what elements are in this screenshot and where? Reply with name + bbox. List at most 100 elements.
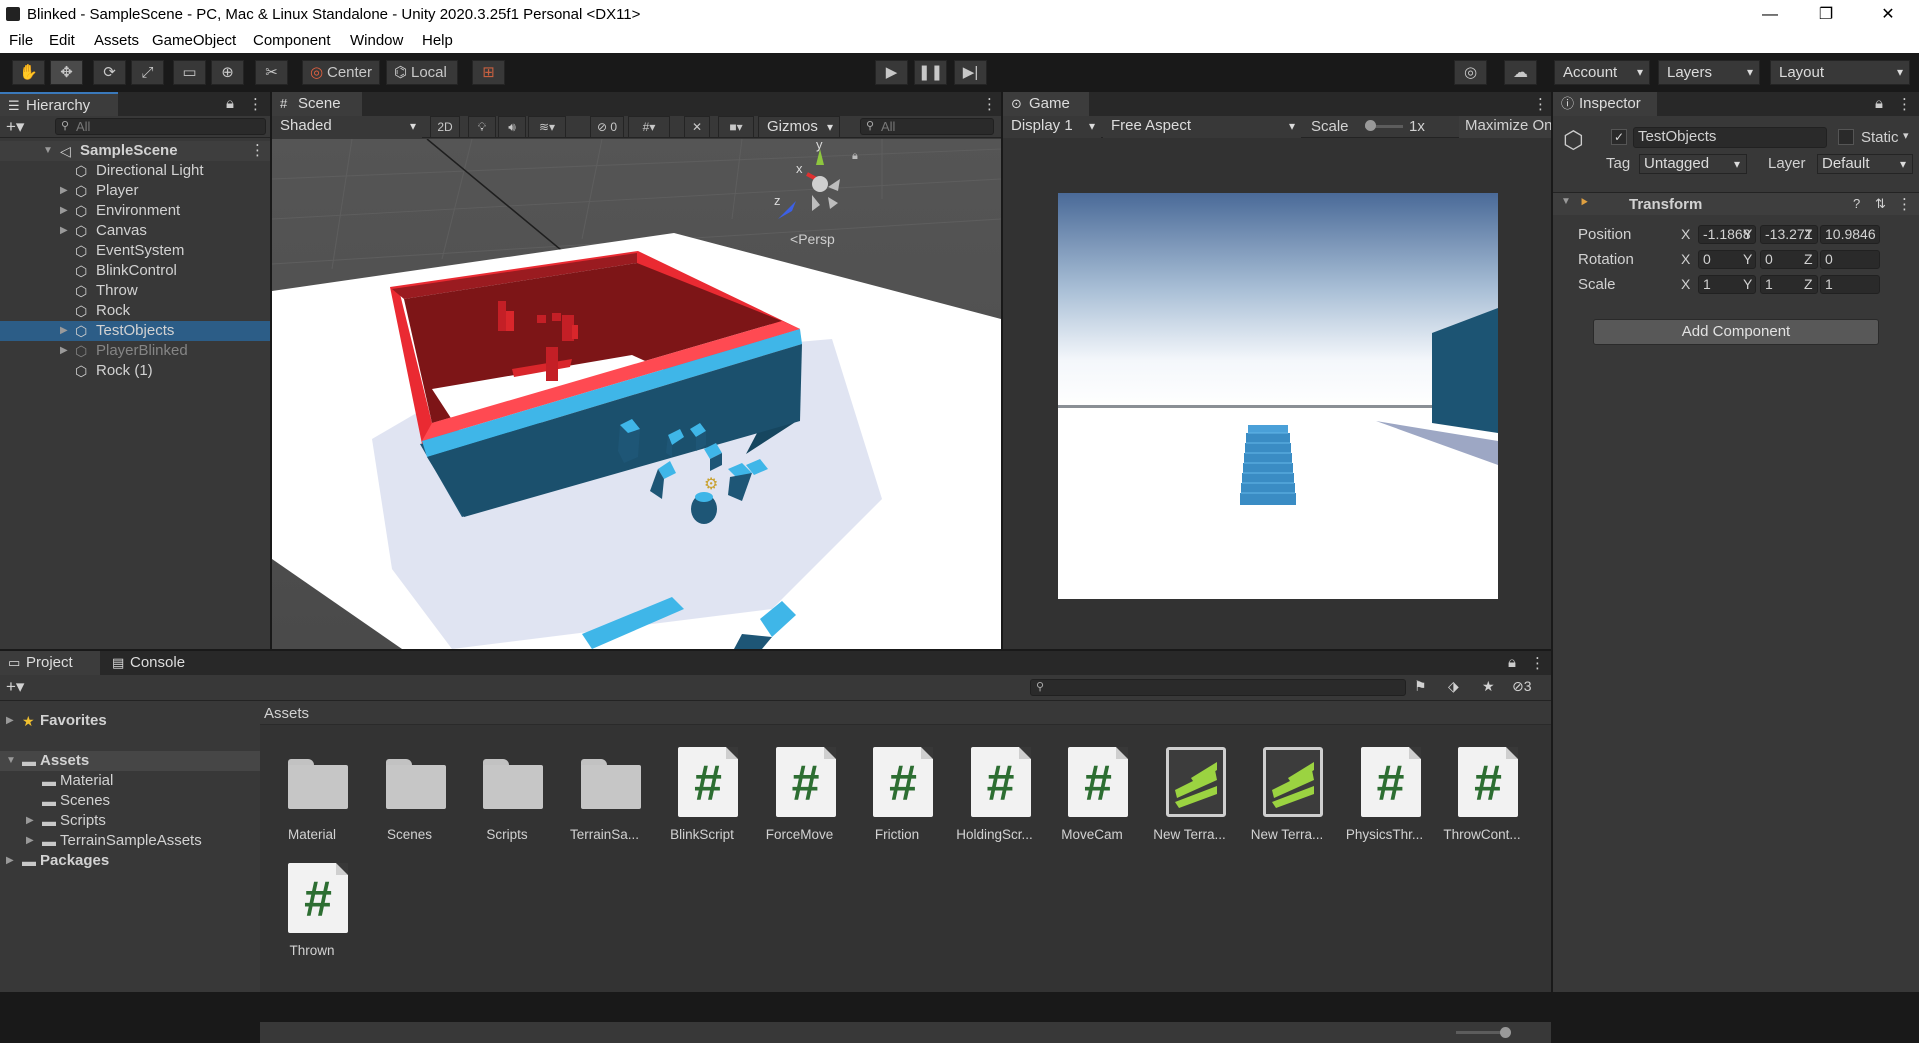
axis-label-x[interactable]: X xyxy=(1681,276,1690,292)
menu-window[interactable]: Window xyxy=(350,32,403,49)
search-by-label-icon[interactable]: ⬗ xyxy=(1448,678,1459,695)
axis-label-x[interactable]: X xyxy=(1681,226,1690,242)
project-tree-item[interactable]: ▶ ▬ TerrainSampleAssets xyxy=(0,831,260,851)
rect-tool-icon[interactable]: ▭ xyxy=(173,60,206,85)
asset-item-script[interactable]: # Friction xyxy=(853,747,941,847)
hierarchy-item[interactable]: ⬡ EventSystem xyxy=(0,241,270,261)
close-window-button[interactable]: ✕ xyxy=(1860,0,1916,29)
account-dropdown[interactable]: Account xyxy=(1554,60,1650,85)
asset-item-script[interactable]: # PhysicsThr... xyxy=(1341,747,1429,847)
restore-button[interactable]: ❐ xyxy=(1798,0,1854,29)
add-component-button[interactable]: Add Component xyxy=(1593,319,1879,345)
breadcrumb-assets[interactable]: Assets xyxy=(264,705,309,722)
transform-field-z[interactable]: 1 xyxy=(1820,275,1880,294)
tab-hierarchy[interactable]: ☰ Hierarchy xyxy=(0,92,118,116)
tab-project[interactable]: ▭ Project xyxy=(0,651,100,675)
hierarchy-menu-icon[interactable]: ⋮ xyxy=(248,95,263,113)
hierarchy-item[interactable]: ⬡ BlinkControl xyxy=(0,261,270,281)
2d-toggle-button[interactable]: 2D xyxy=(430,116,460,138)
transform-field-z[interactable]: 0 xyxy=(1820,250,1880,269)
hierarchy-item[interactable]: ⬡ Directional Light xyxy=(0,161,270,181)
hidden-packages-toggle[interactable]: ⊘3 xyxy=(1512,678,1532,695)
tab-inspector[interactable]: ⓘ Inspector xyxy=(1553,92,1657,116)
collapse-arrow-icon[interactable]: ▼ xyxy=(1561,196,1571,207)
scene-viewport[interactable]: ⚙ y x z 🔒︎ <Persp xyxy=(272,139,1001,649)
pause-button[interactable]: ❚❚ xyxy=(914,60,947,85)
create-plus-icon[interactable]: +▾ xyxy=(6,677,24,697)
expand-arrow-icon[interactable]: ▶ xyxy=(26,831,34,851)
expand-arrow-icon[interactable]: ▶ xyxy=(60,341,68,361)
tab-game[interactable]: ⊙ Game xyxy=(1003,92,1089,116)
transform-tool-icon[interactable]: ⊕ xyxy=(211,60,244,85)
custom-tool-icon[interactable]: ✂ xyxy=(255,60,288,85)
game-menu-icon[interactable]: ⋮ xyxy=(1533,95,1548,113)
hierarchy-item[interactable]: ▶ ⬡ Player xyxy=(0,181,270,201)
tab-scene[interactable]: # Scene xyxy=(272,92,362,116)
move-tool-icon[interactable]: ✥ xyxy=(50,60,83,85)
menu-assets[interactable]: Assets xyxy=(94,32,139,49)
hierarchy-item[interactable]: ▶ ⬡ PlayerBlinked xyxy=(0,341,270,361)
maximize-on-play-toggle[interactable]: Maximize On Play xyxy=(1459,116,1551,138)
help-icon[interactable]: ? xyxy=(1853,196,1860,211)
lighting-toggle-icon[interactable]: 💡︎ xyxy=(468,116,496,138)
scene-visibility-toggle[interactable]: ⊘ 0 xyxy=(590,116,624,138)
rotate-tool-icon[interactable]: ⟳ xyxy=(93,60,126,85)
expand-arrow-icon[interactable]: ▶ xyxy=(60,201,68,221)
grid-toggle-icon[interactable]: #▾ xyxy=(628,116,670,138)
scale-tool-icon[interactable]: ⤢ xyxy=(131,60,164,85)
lock-icon[interactable]: 🔒︎ xyxy=(226,95,234,112)
asset-item-folder[interactable]: Scenes xyxy=(366,747,454,847)
component-menu-icon[interactable]: ⋮ xyxy=(1897,195,1912,213)
layer-dropdown[interactable]: Default xyxy=(1817,154,1913,174)
transform-header[interactable]: ▼ ⯈ Transform ? ⇅ ⋮ xyxy=(1553,193,1919,215)
hand-tool-icon[interactable]: ✋ xyxy=(12,60,45,85)
asset-item-script[interactable]: # ForceMove xyxy=(756,747,844,847)
axis-label-y[interactable]: Y xyxy=(1743,251,1752,267)
asset-item-terrain[interactable]: New Terra... xyxy=(1243,747,1331,847)
hierarchy-item[interactable]: ⬡ Rock xyxy=(0,301,270,321)
hierarchy-item[interactable]: ▶ ⬡ Canvas xyxy=(0,221,270,241)
scene-menu-icon[interactable]: ⋮ xyxy=(250,141,265,161)
project-tree-item[interactable]: ▬ Material xyxy=(0,771,260,791)
effects-toggle-icon[interactable]: ≋▾ xyxy=(528,116,566,138)
project-tree-item[interactable]: ▶ ★ Favorites xyxy=(0,711,260,731)
inspector-lock-icon[interactable]: 🔒︎ xyxy=(1875,95,1883,112)
tools-icon[interactable]: ✕ xyxy=(684,116,710,138)
grid-snap-icon[interactable]: ⊞ xyxy=(472,60,505,85)
axis-label-y[interactable]: Y xyxy=(1743,226,1752,242)
hierarchy-search-input[interactable]: ⚲ All xyxy=(55,118,266,135)
project-menu-icon[interactable]: ⋮ xyxy=(1530,654,1545,672)
active-checkbox[interactable]: ✓ xyxy=(1611,129,1627,145)
icon-size-slider-thumb[interactable] xyxy=(1500,1027,1511,1038)
asset-item-folder[interactable]: Material xyxy=(268,747,356,847)
hierarchy-item[interactable]: ▶ ⬡ Environment xyxy=(0,201,270,221)
scene-root-item[interactable]: ▼ ◁ SampleScene ⋮ xyxy=(0,141,270,161)
asset-item-folder[interactable]: Scripts xyxy=(463,747,551,847)
project-tree-item[interactable]: ▶ ▬ Packages xyxy=(0,851,260,871)
hierarchy-item[interactable]: ▶ ⬡ TestObjects xyxy=(0,321,270,341)
layout-dropdown[interactable]: Layout xyxy=(1770,60,1910,85)
tag-dropdown[interactable]: Untagged xyxy=(1639,154,1747,174)
asset-item-script[interactable]: # BlinkScript xyxy=(658,747,746,847)
menu-help[interactable]: Help xyxy=(422,32,453,49)
expand-arrow-icon[interactable]: ▶ xyxy=(60,221,68,241)
asset-item-script[interactable]: # ThrowCont... xyxy=(1438,747,1526,847)
favorite-star-icon[interactable]: ★ xyxy=(1482,678,1495,695)
hierarchy-item[interactable]: ⬡ Rock (1) xyxy=(0,361,270,381)
expand-arrow-icon[interactable]: ▶ xyxy=(6,711,14,731)
scene-search-input[interactable]: ⚲ All xyxy=(860,118,994,135)
collab-icon[interactable]: ◎ xyxy=(1454,60,1487,85)
search-by-type-icon[interactable]: ⚑ xyxy=(1414,678,1427,695)
scene-menu-icon[interactable]: ⋮ xyxy=(982,95,997,113)
axis-label-z[interactable]: Z xyxy=(1804,276,1813,292)
pivot-local-button[interactable]: ⌬ Local xyxy=(386,60,458,85)
display-dropdown[interactable]: Display 1 xyxy=(1003,116,1101,138)
audio-toggle-icon[interactable]: 🔊︎ xyxy=(498,116,526,138)
project-lock-icon[interactable]: 🔒︎ xyxy=(1508,654,1516,671)
asset-item-script[interactable]: # HoldingScr... xyxy=(951,747,1039,847)
minimize-button[interactable]: — xyxy=(1742,0,1798,29)
axis-label-x[interactable]: X xyxy=(1681,251,1690,267)
project-tree-item[interactable]: ▼ ▬ Assets xyxy=(0,751,260,771)
expand-arrow-icon[interactable]: ▼ xyxy=(6,751,16,771)
project-search-input[interactable]: ⚲ xyxy=(1030,679,1406,696)
